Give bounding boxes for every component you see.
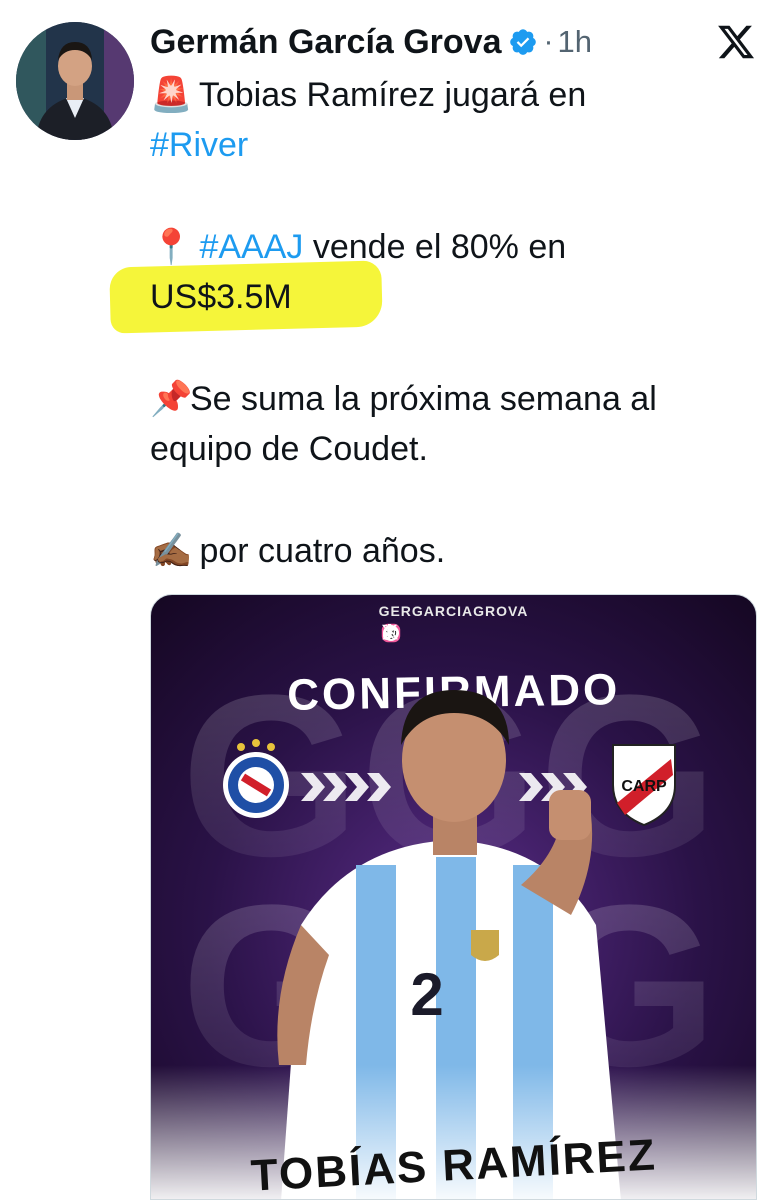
tweet-paragraph-2: 📍 #AAAJ vende el 80% en US$3.5M [109, 222, 750, 334]
shirt-number: 2 [410, 961, 443, 1028]
media-handle: GERGARCIAGROVA [378, 603, 529, 619]
hashtag-river[interactable]: #River [150, 126, 248, 164]
highlighted-amount: US$3.5M [109, 260, 383, 334]
author-name[interactable]: Germán García Grova [150, 23, 502, 62]
header-separator: · [543, 25, 554, 58]
threads-icon: @ [383, 623, 446, 645]
tiktok-icon [383, 623, 531, 645]
writing-hand-emoji: ✍🏾 [150, 532, 193, 570]
social-icons: @ [381, 623, 531, 645]
tweet[interactable]: Germán García Grova · 1h 🚨 Tobias Ramíre… [0, 0, 775, 1200]
amount-text: US$3.5M [150, 278, 292, 316]
tweet-header: Germán García Grova · 1h [150, 20, 592, 64]
tweet-line-2: vende el 80% en [303, 228, 567, 266]
tweet-paragraph-4: ✍🏾 por cuatro años. [150, 526, 750, 576]
tweet-paragraph-1: 🚨 Tobias Ramírez jugará en #River [150, 70, 750, 170]
tweet-line-4: por cuatro años. [199, 532, 446, 570]
media-artwork: GGG GGG CONFIRMADO [151, 647, 756, 1199]
tweet-line-3: Se suma la próxima semana al equipo de C… [150, 380, 657, 468]
avatar[interactable] [16, 22, 134, 140]
pin-emoji: 📍 [150, 228, 193, 266]
pushpin-emoji: 📌 [150, 380, 193, 418]
tweet-media-image[interactable]: GGG GGG CONFIRMADO [150, 594, 757, 1200]
tweet-paragraph-3: 📌Se suma la próxima semana al equipo de … [150, 374, 750, 474]
x-logo-icon[interactable] [716, 22, 756, 62]
river-badge-text: CARP [621, 778, 667, 795]
tweet-text: 🚨 Tobias Ramírez jugará en #River 📍 #AAA… [109, 70, 750, 628]
timestamp[interactable]: 1h [558, 24, 592, 60]
verified-badge-icon [508, 27, 538, 57]
siren-emoji: 🚨 [150, 76, 193, 114]
x-icon [381, 623, 488, 645]
tweet-line-1: Tobias Ramírez jugará en [190, 76, 587, 114]
hashtag-aaaj[interactable]: #AAAJ [199, 228, 303, 266]
avatar-photo [16, 22, 134, 140]
